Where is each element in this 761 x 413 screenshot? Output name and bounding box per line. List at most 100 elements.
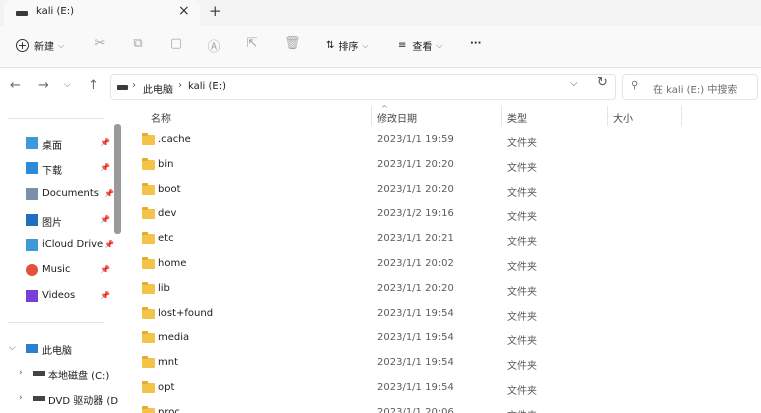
breadcrumb-this-pc[interactable]: 此电脑 [143,81,173,96]
pin-icon[interactable]: 📌 [104,189,114,198]
copy-icon[interactable]: ⧉ [130,36,146,54]
column-type[interactable]: 类型 [507,110,527,125]
pin-icon[interactable]: 📌 [100,163,110,172]
file-row[interactable]: etc 2023/1/1 20:21 文件夹 [123,228,761,253]
icloud-icon [26,239,38,251]
pin-icon[interactable]: 📌 [104,240,114,249]
sort-button[interactable]: ⇅ 排序 ⌵ [326,38,368,53]
sidebar-item-label: 图片 [42,218,62,229]
file-row[interactable]: dev 2023/1/2 19:16 文件夹 [123,203,761,228]
pin-icon[interactable]: 📌 [100,265,110,274]
rename-icon[interactable]: Ⓐ [206,36,222,55]
chevron-down-icon: ⌵ [58,40,65,50]
file-date: 2023/1/1 19:54 [377,307,454,319]
file-type: 文件夹 [507,138,537,149]
new-button[interactable]: + 新建 ⌵ [16,38,64,53]
nav-divider [8,118,104,119]
nav-scrollbar[interactable] [114,124,121,234]
sidebar-item-label: Videos [42,290,76,301]
drive-icon [16,11,28,16]
folder-icon [142,182,155,195]
file-row[interactable]: lib 2023/1/1 20:20 文件夹 [123,278,761,303]
recent-chevron-icon[interactable]: ⌵ [64,80,71,90]
breadcrumb-separator-icon: › [132,80,136,91]
column-divider[interactable] [681,106,682,126]
file-type: 文件夹 [507,162,537,174]
search-placeholder: 在 kali (E:) 中搜索 [653,85,738,96]
sidebar-item-this-pc[interactable]: 此电脑 [0,338,112,360]
sidebar-item-music[interactable]: Music 📌 [0,260,112,282]
pin-icon[interactable]: 📌 [100,138,110,147]
file-row[interactable]: bin 2023/1/1 20:20 文件夹 [123,154,761,179]
file-name: dev [158,208,177,220]
tab-kali[interactable]: kali (E:) × [4,0,200,26]
new-label: 新建 [34,42,54,53]
pin-icon[interactable]: 📌 [100,215,110,224]
address-history-chevron-icon[interactable]: ⌵ [570,78,578,89]
forward-arrow-icon[interactable]: → [38,78,49,93]
sort-icon: ⇅ [326,40,335,51]
downloads-icon [26,162,38,174]
delete-icon[interactable]: 🗑 [284,36,301,54]
breadcrumb-kali[interactable]: kali (E:) [188,81,226,92]
file-name: etc [158,233,174,245]
more-button[interactable]: ··· [470,38,481,49]
drive-icon [117,85,128,90]
file-row[interactable]: media 2023/1/1 19:54 文件夹 [123,327,761,352]
file-row[interactable]: .cache 2023/1/1 19:59 文件夹 [123,129,761,154]
file-date: 2023/1/1 19:54 [377,382,454,393]
sidebar-item-label: 桌面 [42,141,62,152]
file-row[interactable]: opt 2023/1/1 19:54 文件夹 [123,377,761,402]
file-row[interactable]: proc 2023/1/1 20:06 文件夹 [123,402,761,413]
nav-divider [8,322,104,323]
folder-icon [142,207,155,220]
file-name: home [158,258,187,269]
file-name: lost+found [158,307,214,319]
pin-icon[interactable]: 📌 [100,291,110,300]
search-box[interactable]: ⚲ 在 kali (E:) 中搜索 [622,74,758,100]
sidebar-item-dvd[interactable]: DVD 驱动器 (D [0,388,118,410]
paste-icon[interactable]: ▢ [168,36,184,54]
file-name: opt [158,382,175,393]
sidebar-item-desktop[interactable]: 桌面 📌 [0,133,112,155]
up-arrow-icon[interactable]: ↑ [88,78,99,93]
column-divider[interactable] [607,106,608,126]
sidebar-item-videos[interactable]: Videos 📌 [0,286,112,308]
column-divider[interactable] [371,106,372,126]
file-date: 2023/1/1 20:20 [377,158,454,170]
new-tab-button[interactable]: + [209,2,222,20]
documents-icon [26,188,38,200]
file-name: lib [158,282,170,294]
file-date: 2023/1/1 19:54 [377,332,454,344]
file-row[interactable]: mnt 2023/1/1 19:54 文件夹 [123,352,761,377]
sort-label: 排序 [338,42,359,53]
sidebar-item-pictures[interactable]: 图片 📌 [0,210,112,232]
column-name[interactable]: 名称 [151,110,171,125]
tab-title: kali (E:) [36,6,74,17]
view-button[interactable]: ≡ 查看 ⌵ [398,38,442,53]
back-arrow-icon[interactable]: ← [10,78,21,93]
refresh-icon[interactable]: ↻ [597,75,608,90]
file-row[interactable]: lost+found 2023/1/1 19:54 文件夹 [123,303,761,328]
column-size[interactable]: 大小 [613,110,633,125]
folder-icon [142,356,155,369]
sidebar-item-icloud[interactable]: iCloud Drive 📌 [0,235,114,257]
file-date: 2023/1/2 19:16 [377,208,454,220]
command-bar: + 新建 ⌵ ✂ ⧉ ▢ Ⓐ ⇱ 🗑 ⇅ 排序 ⌵ ≡ 查看 ⌵ ··· [0,26,761,68]
share-icon[interactable]: ⇱ [244,36,260,54]
close-tab-button[interactable]: × [178,3,190,19]
file-name: boot [158,183,181,195]
file-row[interactable]: boot 2023/1/1 20:20 文件夹 [123,179,761,204]
sidebar-item-documents[interactable]: Documents 📌 [0,184,114,206]
file-row[interactable]: home 2023/1/1 20:02 文件夹 [123,253,761,278]
cut-icon[interactable]: ✂ [92,36,108,54]
folder-icon [142,381,155,393]
title-bar: kali (E:) × + [0,0,761,26]
address-bar[interactable]: › 此电脑 › kali (E:) [110,74,616,100]
breadcrumb-separator-icon: › [178,80,182,91]
file-name: .cache [158,134,191,145]
column-date[interactable]: 修改日期 [377,110,417,125]
sidebar-item-local-disk[interactable]: 本地磁盘 (C:) [0,363,112,385]
column-divider[interactable] [501,106,502,126]
sidebar-item-downloads[interactable]: 下载 📌 [0,158,112,180]
